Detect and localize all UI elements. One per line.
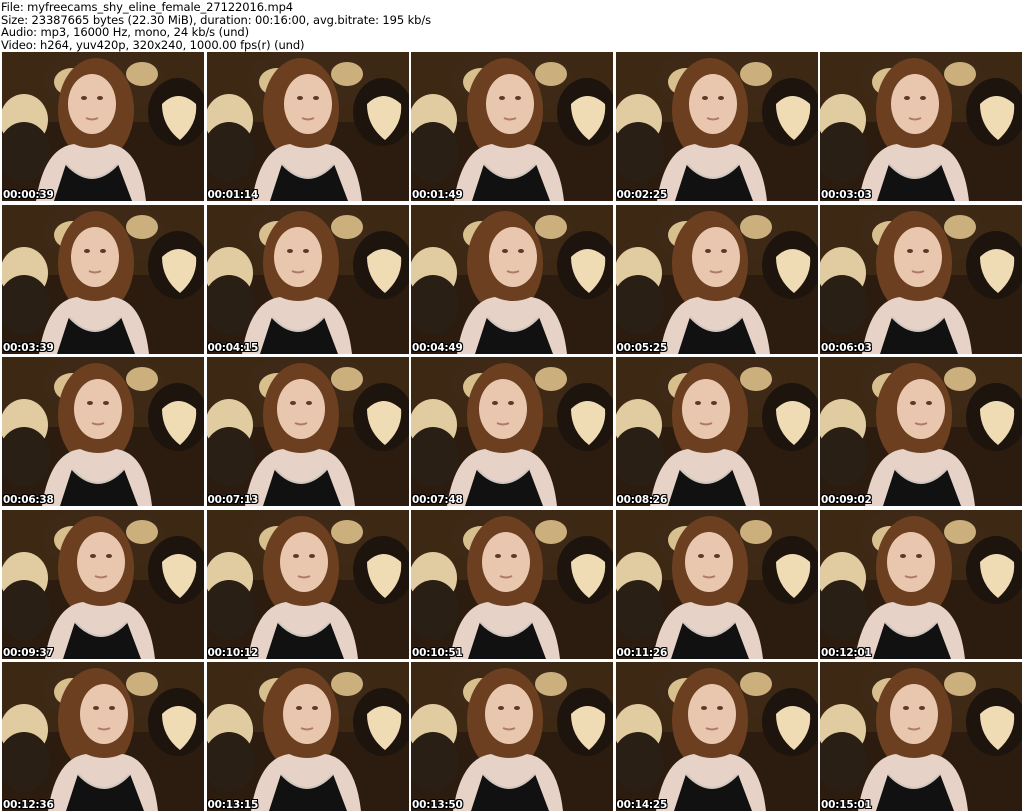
frame-image: [615, 662, 818, 811]
thumbnail-timestamp: 00:12:01: [821, 646, 872, 659]
thumbnail-timestamp: 00:02:25: [616, 189, 668, 201]
thumbnail-timestamp: 00:10:51: [412, 646, 463, 659]
video-thumbnail: 00:01:49: [411, 52, 613, 201]
thumbnail-timestamp: 00:09:02: [821, 494, 872, 506]
video-thumbnail: 00:00:39: [2, 52, 204, 201]
video-thumbnail: 00:10:12: [206, 509, 409, 659]
thumbnail-timestamp: 00:06:38: [3, 494, 54, 506]
frame-image: [411, 662, 613, 811]
frame-image: [820, 52, 1022, 201]
thumbnail-timestamp: 00:01:49: [412, 189, 463, 201]
thumbnail-timestamp: 00:14:25: [616, 799, 668, 811]
thumbnail-timestamp: 00:00:39: [3, 189, 54, 201]
thumbnail-timestamp: 00:04:15: [207, 341, 259, 354]
frame-image: [411, 52, 613, 201]
video-thumbnail: 00:03:39: [2, 204, 204, 354]
thumbnail-grid: 00:00:39 00:01:14 00:01:49 00:02:25 00:0…: [2, 52, 1022, 811]
thumbnail-timestamp: 00:11:26: [616, 646, 668, 659]
thumbnail-timestamp: 00:04:49: [412, 341, 463, 354]
frame-image: [206, 662, 409, 811]
frame-image: [820, 509, 1022, 659]
audio-info-line: Audio: mp3, 16000 Hz, mono, 24 kb/s (und…: [1, 25, 249, 39]
frame-image: [2, 509, 204, 659]
video-thumbnail: 00:08:26: [615, 357, 818, 506]
thumbnail-timestamp: 00:06:03: [821, 341, 872, 354]
frame-image: [2, 52, 204, 201]
thumbnail-timestamp: 00:07:48: [412, 494, 463, 506]
video-thumbnail: 00:03:03: [820, 52, 1022, 201]
contact-sheet: File: myfreecams_shy_eline_female_271220…: [0, 0, 1024, 811]
video-thumbnail: 00:01:14: [206, 52, 409, 201]
video-thumbnail: 00:14:25: [615, 662, 818, 811]
thumbnail-timestamp: 00:08:26: [616, 494, 668, 506]
thumbnail-timestamp: 00:15:01: [821, 799, 872, 811]
video-info-line: Video: h264, yuv420p, 320x240, 1000.00 f…: [1, 37, 305, 52]
thumbnail-timestamp: 00:09:37: [3, 646, 54, 659]
frame-image: [2, 662, 204, 811]
video-thumbnail: 00:07:48: [411, 357, 613, 506]
video-thumbnail: 00:09:37: [2, 509, 204, 659]
frame-image: [2, 204, 204, 354]
frame-image: [615, 204, 818, 354]
frame-image: [2, 357, 204, 506]
video-thumbnail: 00:06:38: [2, 357, 204, 506]
video-thumbnail: 00:04:15: [206, 204, 409, 354]
thumbnail-timestamp: 00:05:25: [616, 341, 668, 354]
thumbnail-timestamp: 00:13:15: [207, 799, 259, 811]
video-thumbnail: 00:10:51: [411, 509, 613, 659]
frame-image: [206, 204, 409, 354]
frame-image: [820, 357, 1022, 506]
frame-image: [206, 52, 409, 201]
video-thumbnail: 00:07:13: [206, 357, 409, 506]
frame-image: [615, 509, 818, 659]
frame-image: [206, 357, 409, 506]
video-thumbnail: 00:04:49: [411, 204, 613, 354]
video-thumbnail: 00:06:03: [820, 204, 1022, 354]
video-thumbnail: 00:12:01: [820, 509, 1022, 659]
video-thumbnail: 00:02:25: [615, 52, 818, 201]
thumbnail-timestamp: 00:12:36: [3, 799, 54, 811]
video-thumbnail: 00:13:15: [206, 662, 409, 811]
video-thumbnail: 00:15:01: [820, 662, 1022, 811]
frame-image: [615, 52, 818, 201]
video-thumbnail: 00:09:02: [820, 357, 1022, 506]
frame-image: [615, 357, 818, 506]
video-thumbnail: 00:05:25: [615, 204, 818, 354]
thumbnail-timestamp: 00:07:13: [207, 494, 259, 506]
thumbnail-timestamp: 00:13:50: [412, 799, 463, 811]
video-thumbnail: 00:11:26: [615, 509, 818, 659]
thumbnail-timestamp: 00:01:14: [207, 189, 259, 201]
frame-image: [820, 204, 1022, 354]
file-info-header: File: myfreecams_shy_eline_female_271220…: [1, 1, 431, 51]
video-thumbnail: 00:12:36: [2, 662, 204, 811]
thumbnail-timestamp: 00:10:12: [207, 646, 259, 659]
thumbnail-timestamp: 00:03:03: [821, 189, 872, 201]
frame-image: [820, 662, 1022, 811]
file-name-line: File: myfreecams_shy_eline_female_271220…: [1, 0, 293, 14]
frame-image: [411, 509, 613, 659]
video-thumbnail: 00:13:50: [411, 662, 613, 811]
frame-image: [206, 509, 409, 659]
thumbnail-timestamp: 00:03:39: [3, 341, 54, 354]
frame-image: [411, 357, 613, 506]
frame-image: [411, 204, 613, 354]
